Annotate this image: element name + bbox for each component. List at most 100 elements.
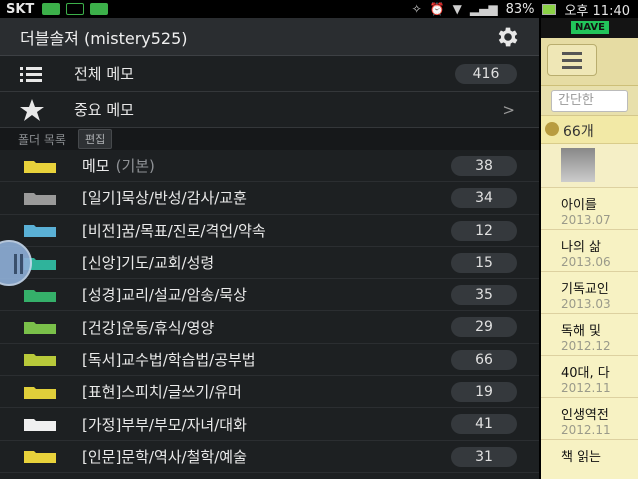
count-badge: 38 <box>451 156 517 176</box>
count-badge: 29 <box>451 317 517 338</box>
folder-subtitle: (기본) <box>115 157 155 176</box>
list-item[interactable]: 기독교인 2013.03 <box>541 272 638 314</box>
vibrate-icon: ✧ <box>411 2 422 16</box>
battery-percent: 83% <box>505 1 535 17</box>
folder-name: [독서]교수법/학습법/공부법 <box>82 350 256 369</box>
memo-title: 기독교인 <box>561 282 609 297</box>
hamburger-icon <box>562 65 582 69</box>
hamburger-icon <box>562 51 582 55</box>
message-icon <box>42 3 61 15</box>
memo-date: 2013.07 <box>561 213 611 227</box>
folder-name: 메모 <box>82 157 110 176</box>
chevron-right-icon: > <box>502 101 515 119</box>
folder-icon <box>24 451 56 464</box>
memo-count-row: 66개 <box>541 116 638 144</box>
search-input[interactable]: 간단한 <box>551 90 628 112</box>
list-item[interactable]: 독해 및 2012.12 <box>541 314 638 356</box>
memo-count-text: 66개 <box>563 124 594 140</box>
navigation-drawer: 더블솔져 (mistery525) 전체 메모 416 중요 메모 > 폴더 목… <box>0 18 541 479</box>
folder-list: 메모 (기본) 38 [일기]묵상/반성/감사/교훈 34 [비전]꿈/목표/진로/격언/… <box>0 150 539 473</box>
memo-date: 2012.11 <box>561 423 611 437</box>
list-item[interactable] <box>541 144 638 188</box>
browser-topbar: NAVE <box>541 18 638 38</box>
folder-name: [건강]운동/휴식/영양 <box>82 318 215 337</box>
notification-icon <box>66 3 85 15</box>
folder-icon <box>24 386 56 399</box>
memo-title: 인생역전 <box>561 408 609 423</box>
folder-name: [인문]문학/역사/철학/예술 <box>82 447 247 466</box>
count-badge: 35 <box>451 285 517 306</box>
drawer-header: 더블솔져 (mistery525) <box>0 18 539 56</box>
count-badge: 19 <box>451 382 517 403</box>
folder-item[interactable]: [인문]문학/역사/철학/예술 31 <box>0 441 539 473</box>
star-icon <box>20 98 46 121</box>
list-item[interactable]: 40대, 다 2012.11 <box>541 356 638 398</box>
memo-date: 2012.12 <box>561 339 611 353</box>
folder-name: [성경]교리/설교/암송/묵상 <box>82 286 247 305</box>
count-badge: 34 <box>451 188 517 209</box>
count-badge: 416 <box>455 64 517 84</box>
folder-item[interactable]: [독서]교수법/학습법/공부법 66 <box>0 344 539 377</box>
count-badge: 31 <box>451 446 517 467</box>
memo-title: 독해 및 <box>561 324 602 339</box>
folder-name: [표현]스피치/글쓰기/유머 <box>82 383 242 402</box>
folder-item[interactable]: [건강]운동/휴식/영양 29 <box>0 311 539 344</box>
alarm-icon: ⏰ <box>429 2 445 16</box>
memo-title: 책 읽는 <box>561 450 602 465</box>
edit-folders-button[interactable]: 편집 <box>77 129 113 149</box>
folder-name: [신앙]기도/교회/성령 <box>82 254 215 273</box>
folder-item[interactable]: [일기]묵상/반성/감사/교훈 34 <box>0 182 539 215</box>
naver-logo: NAVE <box>571 21 609 34</box>
list-icon <box>20 64 46 84</box>
gear-icon[interactable] <box>495 24 521 50</box>
memo-title: 아이를 <box>561 198 597 213</box>
count-badge: 12 <box>451 220 517 241</box>
memo-title: 40대, 다 <box>561 366 610 381</box>
folder-icon <box>24 289 56 302</box>
background-memo-list: NAVE 간단한 66개 아이를 2013.07 나의 삶 2013.06 기독… <box>541 18 638 479</box>
folder-icon <box>24 192 56 205</box>
folder-icon <box>24 322 56 335</box>
folder-icon <box>24 160 56 173</box>
list-item[interactable]: 인생역전 2012.11 <box>541 398 638 440</box>
memo-date: 2012.11 <box>561 381 611 395</box>
account-title: 더블솔져 (mistery525) <box>20 28 188 48</box>
app-toolbar <box>541 38 638 86</box>
folder-item[interactable]: [비전]꿈/목표/진로/격언/약속 12 <box>0 215 539 247</box>
memo-thumbnail <box>561 148 595 182</box>
folder-item[interactable]: [신앙]기도/교회/성령 15 <box>0 247 539 280</box>
list-item[interactable]: 아이를 2013.07 <box>541 188 638 230</box>
status-bar: SKT ✧ ⏰ ▼ ▂▄▆ 83% 오후 11:40 <box>0 0 638 19</box>
wifi-icon: ▼ <box>452 2 462 16</box>
menu-button[interactable] <box>547 44 597 76</box>
all-memos-label: 전체 메모 <box>74 65 134 83</box>
folder-icon <box>24 354 56 367</box>
list-item[interactable]: 나의 삶 2013.06 <box>541 230 638 272</box>
folder-section-header: 폴더 목록 편집 <box>0 128 539 150</box>
folder-item[interactable]: [가정]부부/부모/자녀/대화 41 <box>0 408 539 441</box>
memo-count-icon <box>545 122 559 136</box>
folder-item[interactable]: 메모 (기본) 38 <box>0 150 539 183</box>
search-bar: 간단한 <box>541 86 638 116</box>
memo-date: 2013.06 <box>561 255 611 269</box>
list-item[interactable]: 책 읽는 <box>541 440 638 479</box>
folder-item[interactable]: [성경]교리/설교/암송/묵상 35 <box>0 279 539 312</box>
screen: SKT ✧ ⏰ ▼ ▂▄▆ 83% 오후 11:40 NAVE 간단한 66개 … <box>0 0 638 479</box>
count-badge: 41 <box>451 414 517 435</box>
folder-section-label: 폴더 목록 <box>18 132 66 147</box>
folder-item[interactable]: [표현]스피치/글쓰기/유머 19 <box>0 376 539 409</box>
memo-title: 나의 삶 <box>561 240 602 255</box>
count-badge: 66 <box>451 349 517 370</box>
starred-memos-label: 중요 메모 <box>74 101 134 119</box>
starred-memos-item[interactable]: 중요 메모 > <box>0 92 539 128</box>
clock: 오후 11:40 <box>564 3 630 19</box>
hamburger-icon <box>562 58 582 62</box>
all-memos-item[interactable]: 전체 메모 416 <box>0 56 539 92</box>
status-right: ✧ ⏰ ▼ ▂▄▆ 83% 오후 11:40 <box>411 0 630 19</box>
signal-icon: ▂▄▆ <box>469 2 498 16</box>
battery-icon <box>542 3 557 15</box>
folder-name: [비전]꿈/목표/진로/격언/약속 <box>82 221 266 240</box>
memo-date: 2013.03 <box>561 297 611 311</box>
folder-name: [가정]부부/부모/자녀/대화 <box>82 415 247 434</box>
count-badge: 15 <box>451 252 517 273</box>
